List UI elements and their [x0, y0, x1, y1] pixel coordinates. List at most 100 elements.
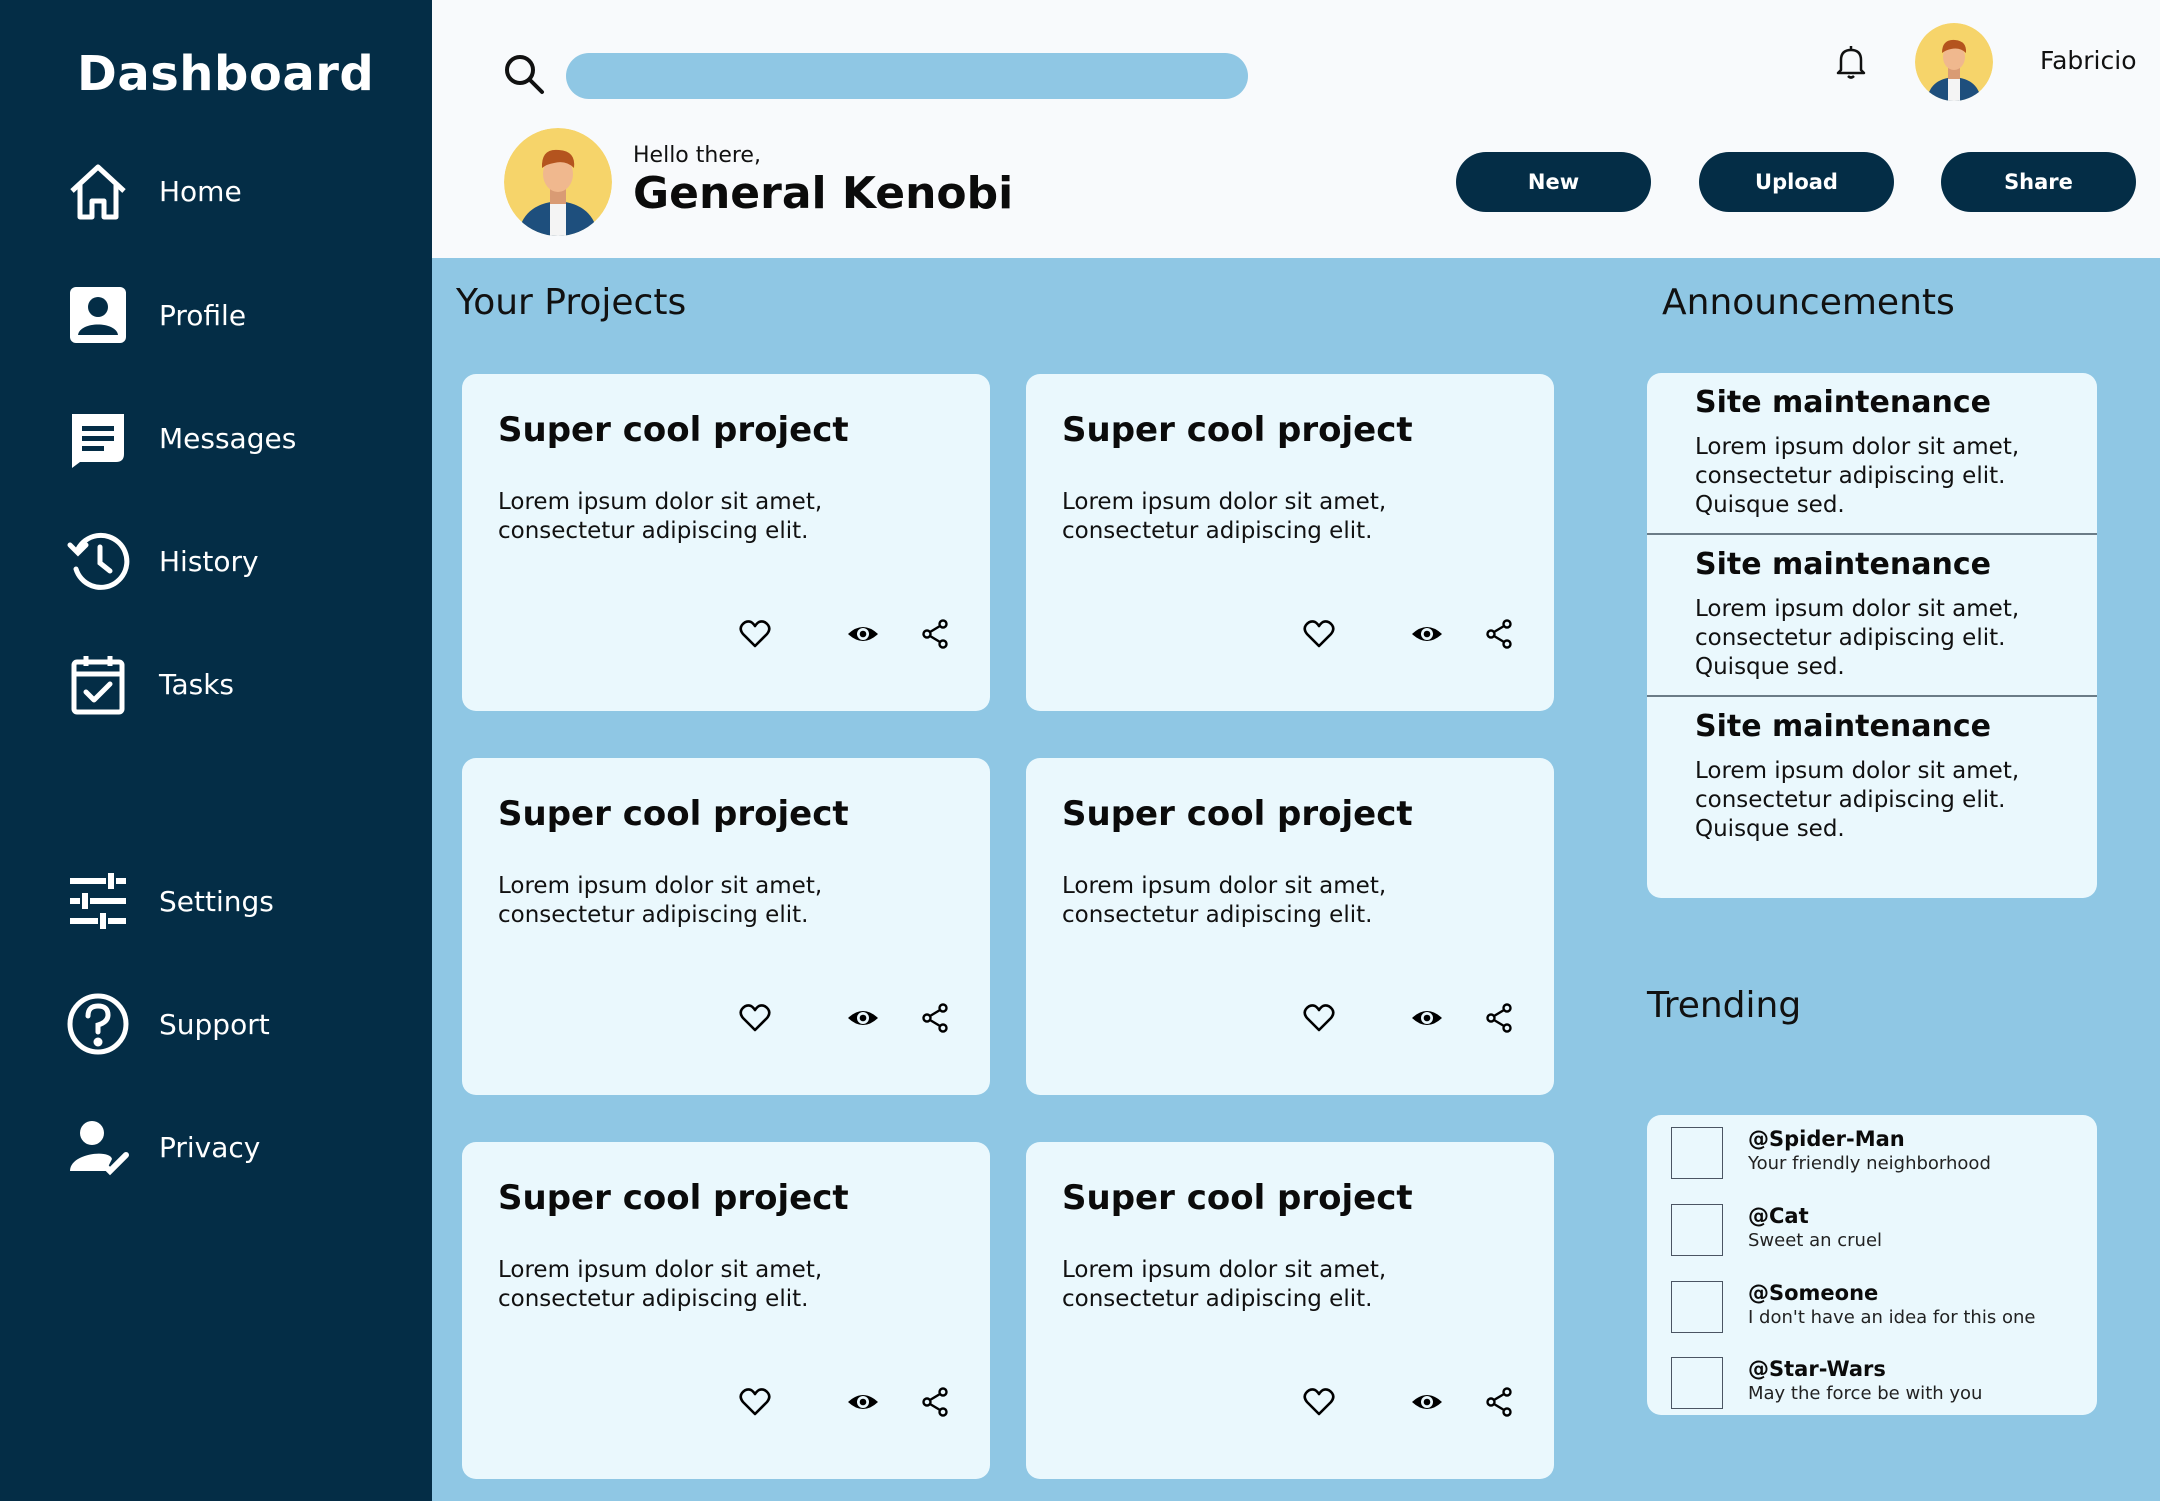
messages-icon [64, 404, 132, 472]
project-description: Lorem ipsum dolor sit amet, consectetur … [1062, 489, 1387, 544]
sidebar-item-label: History [159, 544, 259, 578]
heart-icon[interactable] [1299, 1382, 1339, 1422]
project-card[interactable]: Super cool project Lorem ipsum dolor sit… [1026, 374, 1554, 711]
eye-icon[interactable] [843, 998, 883, 1038]
sidebar-item-label: Home [159, 174, 242, 208]
share-icon[interactable] [915, 998, 955, 1038]
trending-text: May the force be with you [1748, 1383, 1983, 1404]
share-icon[interactable] [915, 1382, 955, 1422]
profile-avatar [504, 128, 612, 236]
sidebar-item-support[interactable]: Support [64, 988, 270, 1060]
share-icon[interactable] [1479, 998, 1519, 1038]
eye-icon[interactable] [1407, 1382, 1447, 1422]
sidebar-item-label: Settings [159, 884, 274, 918]
trending-panel: @Spider-Man Your friendly neighborhood @… [1647, 1115, 2097, 1415]
trending-thumbnail [1671, 1127, 1723, 1179]
trending-thumbnail [1671, 1281, 1723, 1333]
announcement-title: Site maintenance [1695, 547, 1991, 582]
project-card[interactable]: Super cool project Lorem ipsum dolor sit… [462, 374, 990, 711]
trending-section-title: Trending [1647, 985, 1802, 1026]
project-description: Lorem ipsum dolor sit amet, consectetur … [1062, 873, 1387, 928]
project-title: Super cool project [498, 794, 849, 834]
trending-text: Sweet an cruel [1748, 1230, 1883, 1251]
sidebar-item-history[interactable]: History [64, 525, 259, 597]
project-description: Lorem ipsum dolor sit amet, consectetur … [1062, 1257, 1387, 1312]
sidebar-item-tasks[interactable]: Tasks [64, 648, 234, 720]
project-title: Super cool project [498, 1178, 849, 1218]
sidebar-item-label: Messages [159, 421, 297, 455]
search-icon[interactable] [500, 50, 548, 98]
announcement-body: Lorem ipsum dolor sit amet, consectetur … [1695, 758, 2020, 842]
sidebar-item-profile[interactable]: Profile [64, 279, 246, 351]
sidebar: Dashboard Home Profile Messages History … [0, 0, 432, 1501]
heart-icon[interactable] [735, 998, 775, 1038]
trending-item[interactable]: @Someone I don't have an idea for this o… [1671, 1281, 2081, 1337]
tasks-icon [64, 650, 132, 718]
project-card[interactable]: Super cool project Lorem ipsum dolor sit… [1026, 758, 1554, 1095]
announcement-item[interactable]: Site maintenance Lorem ipsum dolor sit a… [1647, 535, 2097, 697]
announcements-panel: Site maintenance Lorem ipsum dolor sit a… [1647, 373, 2097, 898]
privacy-icon [64, 1113, 132, 1181]
project-description: Lorem ipsum dolor sit amet, consectetur … [498, 873, 823, 928]
trending-item[interactable]: @Cat Sweet an cruel [1671, 1204, 2081, 1260]
upload-button[interactable]: Upload [1699, 152, 1894, 212]
trending-handle: @Spider-Man [1748, 1127, 1905, 1151]
trending-handle: @Someone [1748, 1281, 1879, 1305]
top-username[interactable]: Fabricio [2040, 46, 2136, 75]
project-card[interactable]: Super cool project Lorem ipsum dolor sit… [462, 1142, 990, 1479]
announcement-body: Lorem ipsum dolor sit amet, consectetur … [1695, 434, 2020, 518]
eye-icon[interactable] [1407, 614, 1447, 654]
support-icon [64, 990, 132, 1058]
bell-icon[interactable] [1831, 42, 1871, 82]
share-icon[interactable] [915, 614, 955, 654]
trending-text: Your friendly neighborhood [1748, 1153, 1991, 1174]
sidebar-item-label: Privacy [159, 1130, 261, 1164]
sidebar-item-label: Support [159, 1007, 270, 1041]
announcement-body: Lorem ipsum dolor sit amet, consectetur … [1695, 596, 2020, 680]
announcement-title: Site maintenance [1695, 709, 1991, 744]
share-button[interactable]: Share [1941, 152, 2136, 212]
trending-item[interactable]: @Spider-Man Your friendly neighborhood [1671, 1127, 2081, 1183]
heart-icon[interactable] [735, 1382, 775, 1422]
avatar[interactable] [1915, 23, 1993, 101]
project-description: Lorem ipsum dolor sit amet, consectetur … [498, 1257, 823, 1312]
sidebar-item-label: Tasks [159, 667, 235, 701]
announcement-item[interactable]: Site maintenance Lorem ipsum dolor sit a… [1647, 373, 2097, 535]
sidebar-item-privacy[interactable]: Privacy [64, 1111, 260, 1183]
eye-icon[interactable] [843, 1382, 883, 1422]
project-title: Super cool project [498, 410, 849, 450]
search-input[interactable] [566, 53, 1248, 99]
announcement-item[interactable]: Site maintenance Lorem ipsum dolor sit a… [1647, 697, 2097, 859]
new-button[interactable]: New [1456, 152, 1651, 212]
trending-item[interactable]: @Star-Wars May the force be with you [1671, 1357, 2081, 1413]
eye-icon[interactable] [843, 614, 883, 654]
eye-icon[interactable] [1407, 998, 1447, 1038]
heart-icon[interactable] [1299, 998, 1339, 1038]
home-icon [64, 157, 132, 225]
trending-handle: @Star-Wars [1748, 1357, 1886, 1381]
heart-icon[interactable] [735, 614, 775, 654]
project-card[interactable]: Super cool project Lorem ipsum dolor sit… [462, 758, 990, 1095]
announcements-section-title: Announcements [1662, 282, 1955, 323]
share-icon[interactable] [1479, 1382, 1519, 1422]
share-icon[interactable] [1479, 614, 1519, 654]
project-card[interactable]: Super cool project Lorem ipsum dolor sit… [1026, 1142, 1554, 1479]
heart-icon[interactable] [1299, 614, 1339, 654]
top-bar [432, 0, 2160, 258]
sidebar-item-home[interactable]: Home [64, 155, 242, 227]
brand-title: Dashboard [77, 46, 375, 102]
sidebar-item-messages[interactable]: Messages [64, 402, 296, 474]
announcement-title: Site maintenance [1695, 385, 1991, 420]
project-title: Super cool project [1062, 410, 1413, 450]
project-title: Super cool project [1062, 1178, 1413, 1218]
history-icon [64, 527, 132, 595]
trending-text: I don't have an idea for this one [1748, 1307, 2036, 1328]
settings-icon [64, 867, 132, 935]
profile-icon [64, 281, 132, 349]
project-description: Lorem ipsum dolor sit amet, consectetur … [498, 489, 823, 544]
sidebar-item-settings[interactable]: Settings [64, 865, 274, 937]
projects-section-title: Your Projects [456, 282, 687, 323]
trending-handle: @Cat [1748, 1204, 1809, 1228]
project-title: Super cool project [1062, 794, 1413, 834]
trending-thumbnail [1671, 1357, 1723, 1409]
